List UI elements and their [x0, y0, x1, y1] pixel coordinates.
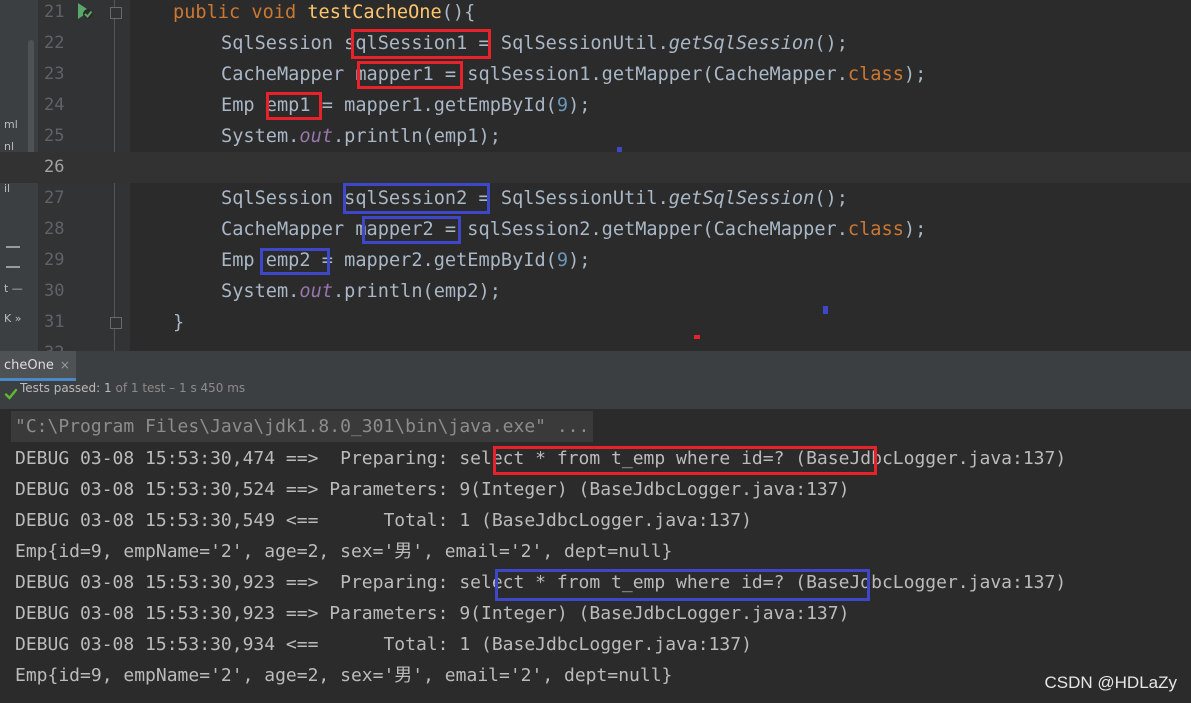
code-line[interactable]: 28 CacheMapper mapper2 = sqlSession2.get… — [0, 214, 1191, 245]
current-code-line[interactable]: 26 — [0, 152, 1191, 183]
highlight-box-blue — [260, 248, 330, 275]
code-text: CacheMapper mapper2 = sqlSession2.getMap… — [221, 219, 927, 240]
console-line: Emp{id=9, empName='2', age=2, sex='男', e… — [15, 541, 673, 562]
close-icon[interactable]: × — [60, 358, 70, 372]
line-number: 24 — [44, 95, 65, 115]
code-text: System.out.println(emp1); — [221, 126, 501, 147]
code-line[interactable]: 30 System.out.println(emp2); — [0, 276, 1191, 307]
line-number: 21 — [44, 2, 65, 22]
watermark: CSDN @HDLaZy — [1044, 673, 1178, 692]
line-number: 25 — [44, 126, 65, 146]
console-command-line: "C:\Program Files\Java\jdk1.8.0_301\bin\… — [11, 411, 594, 442]
line-number: 32 — [44, 338, 72, 351]
console-line: DEBUG 03-08 15:53:30,934 <== Total: 1 (B… — [15, 634, 752, 655]
highlight-box-red — [493, 446, 877, 475]
run-tool-window-tabs: cheOne × — [0, 351, 1191, 382]
code-text: CacheMapper mapper1 = sqlSession1.getMap… — [221, 64, 927, 85]
code-line[interactable]: 25 System.out.println(emp1); — [0, 121, 1191, 152]
console-line: DEBUG 03-08 15:53:30,524 ==> Parameters:… — [15, 479, 850, 500]
code-text: } — [173, 312, 185, 333]
line-number: 29 — [44, 250, 65, 270]
line-number: 30 — [44, 281, 65, 301]
line-number: 26 — [44, 157, 65, 177]
test-status-bar: Tests passed: 1 of 1 test – 1 s 450 ms — [0, 381, 1191, 410]
code-line[interactable]: 23 CacheMapper mapper1 = sqlSession1.get… — [0, 59, 1191, 90]
code-line[interactable]: 21 public void testCacheOne(){ — [0, 0, 1191, 28]
line-number: 31 — [44, 312, 65, 332]
run-tab-testcacheone[interactable]: cheOne × — [0, 351, 76, 381]
code-line[interactable]: 32 — [0, 338, 1191, 351]
highlight-box-blue — [362, 216, 461, 244]
highlight-box-red — [266, 92, 322, 120]
code-text: SqlSession sqlSession1 = SqlSessionUtil.… — [221, 33, 848, 54]
method-signature: public void testCacheOne(){ — [173, 2, 476, 23]
run-tab-label: cheOne — [4, 358, 54, 373]
marker-dot — [694, 335, 700, 339]
code-line[interactable]: 31 } — [0, 307, 1191, 338]
code-editor[interactable]: ml nl il t — K » 21 public void testCach… — [0, 0, 1191, 351]
line-number: 27 — [44, 188, 65, 208]
line-number: 23 — [44, 64, 65, 84]
code-text: System.out.println(emp2); — [221, 281, 501, 302]
console-line: DEBUG 03-08 15:53:30,923 ==> Parameters:… — [15, 603, 850, 624]
check-icon — [4, 388, 18, 400]
line-number: 28 — [44, 219, 65, 239]
code-line[interactable]: 29 Emp emp2 = mapper2.getEmpById(9); — [0, 245, 1191, 276]
line-number: 22 — [44, 33, 65, 53]
code-text: SqlSession sqlSession2 = SqlSessionUtil.… — [221, 188, 848, 209]
console-line: DEBUG 03-08 15:53:30,549 <== Total: 1 (B… — [15, 510, 752, 531]
code-line[interactable]: 24 Emp emp1 = mapper1.getEmpById(9); — [0, 90, 1191, 121]
marker-dot — [617, 147, 622, 152]
highlight-box-red — [357, 61, 463, 89]
fold-marker-icon[interactable] — [110, 317, 122, 329]
highlight-box-blue — [343, 183, 490, 214]
console-output[interactable]: "C:\Program Files\Java\jdk1.8.0_301\bin\… — [0, 409, 1191, 703]
highlight-box-red — [351, 29, 491, 59]
code-line[interactable]: 27 SqlSession sqlSession2 = SqlSessionUt… — [0, 183, 1191, 214]
run-test-icon[interactable] — [76, 1, 94, 21]
console-line: Emp{id=9, empName='2', age=2, sex='男', e… — [15, 665, 673, 686]
highlight-box-blue — [495, 569, 870, 601]
marker-dot — [823, 306, 828, 314]
fold-marker-icon[interactable] — [110, 7, 122, 19]
code-line[interactable]: 22 SqlSession sqlSession1 = SqlSessionUt… — [0, 28, 1191, 59]
test-status-text: Tests passed: 1 of 1 test – 1 s 450 ms — [20, 381, 246, 395]
